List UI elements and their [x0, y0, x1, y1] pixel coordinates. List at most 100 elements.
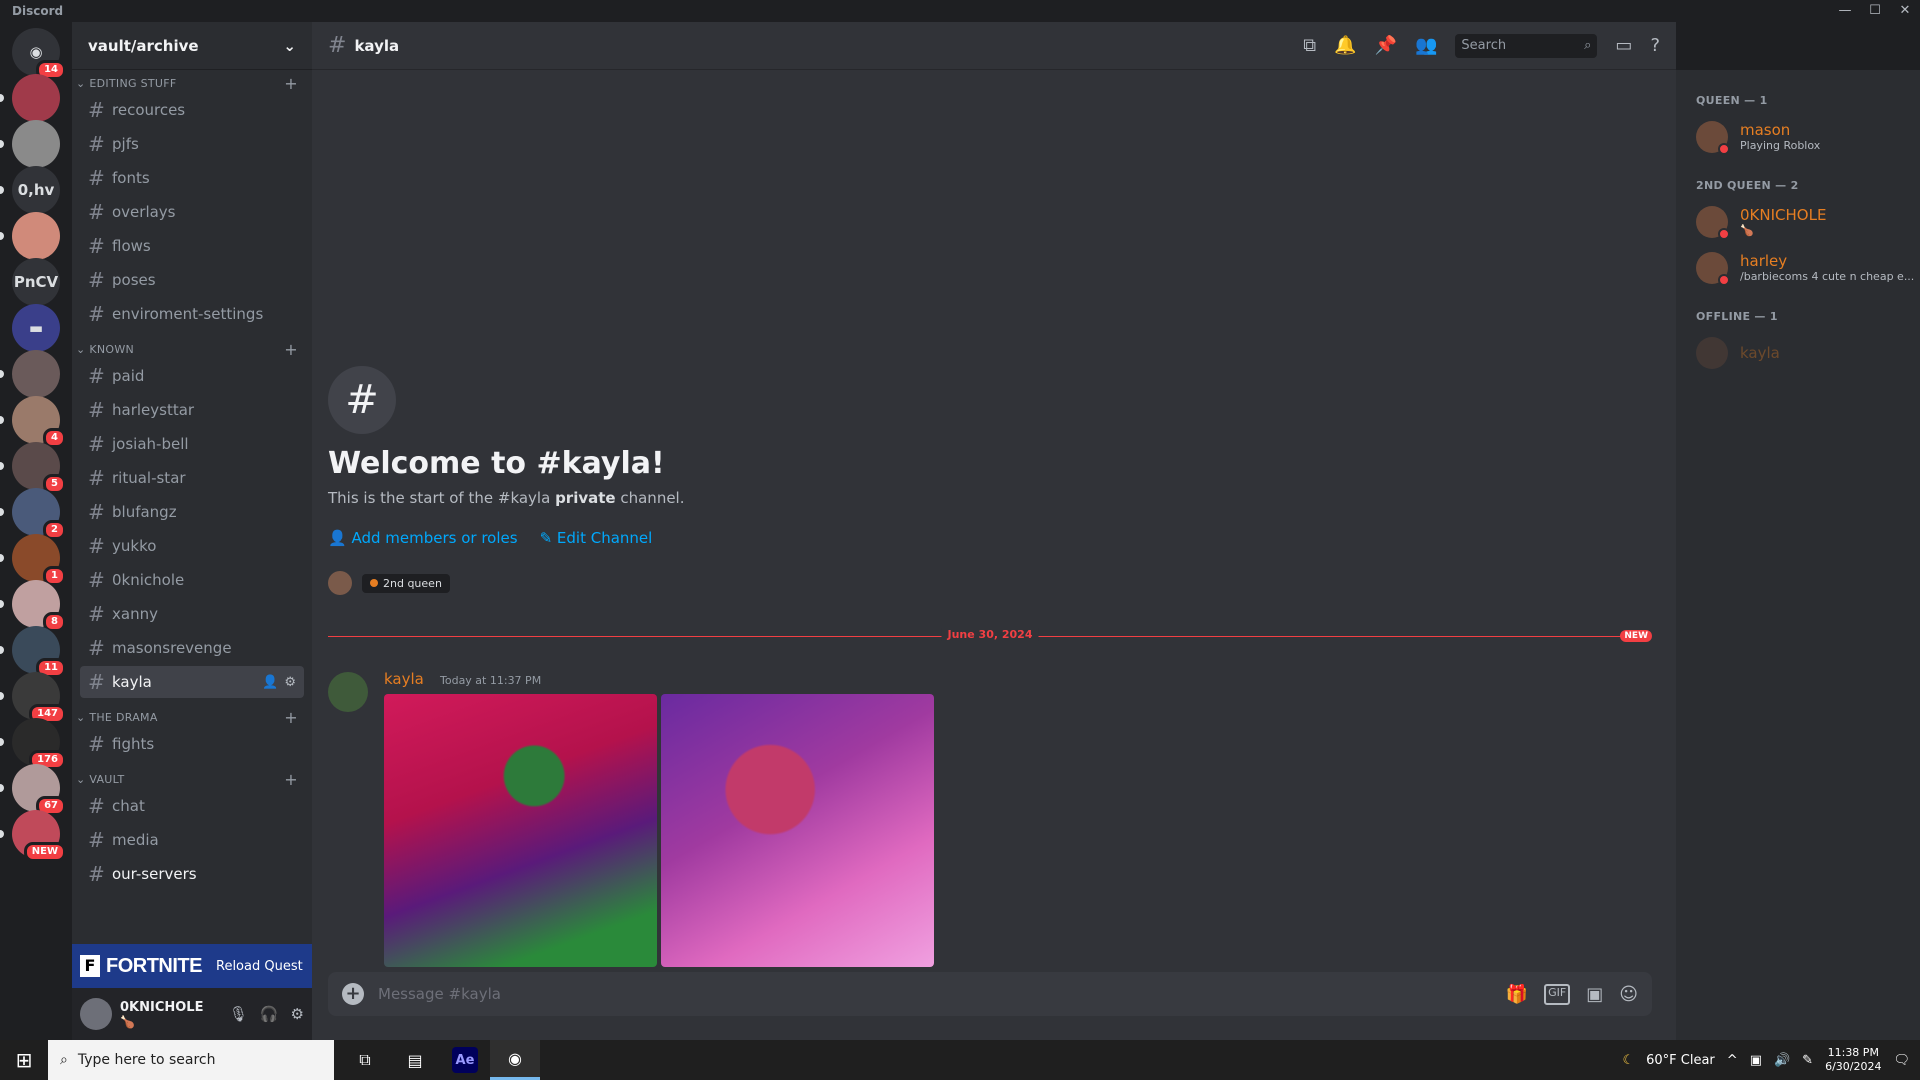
server-icon[interactable]: 176 — [12, 718, 66, 770]
message-input[interactable]: Message #kayla — [378, 985, 501, 1003]
minimize-button[interactable]: — — [1830, 0, 1860, 22]
member-kayla[interactable]: kayla — [1696, 331, 1912, 375]
pin-icon[interactable]: 📌 — [1375, 35, 1397, 56]
member-mason[interactable]: mason Playing Roblox — [1696, 115, 1912, 159]
help-icon[interactable]: ? — [1650, 35, 1660, 56]
category-editing-stuff[interactable]: ⌄ EDITING STUFF + — [72, 74, 312, 93]
server-icon[interactable]: PnCV — [12, 258, 60, 306]
channel-masonsrevenge[interactable]: # masonsrevenge — [80, 632, 304, 664]
channel-pjfs[interactable]: # pjfs — [80, 128, 304, 160]
headphones-icon[interactable]: 🎧 — [260, 1005, 279, 1023]
category-the-drama[interactable]: ⌄ THE DRAMA + — [72, 708, 312, 727]
channel-enviroment-settings[interactable]: # enviroment-settings — [80, 298, 304, 330]
sticker-icon[interactable]: ▣ — [1586, 984, 1603, 1005]
channel-our-servers[interactable]: # our-servers — [80, 858, 304, 890]
bell-icon[interactable]: 🔔 — [1334, 35, 1356, 56]
gear-icon[interactable]: ⚙ — [284, 675, 296, 690]
hash-icon: # — [88, 466, 105, 490]
channel-chat[interactable]: # chat — [80, 790, 304, 822]
discord-taskbar-icon[interactable]: ◉ — [490, 1040, 540, 1080]
role-chip[interactable]: 2nd queen — [362, 573, 450, 593]
gift-icon[interactable]: 🎁 — [1506, 984, 1528, 1005]
task-view-icon[interactable]: ⧉ — [340, 1040, 390, 1080]
add-channel-icon[interactable]: + — [284, 770, 298, 789]
attachment-image[interactable] — [384, 694, 657, 967]
channel-flows[interactable]: # flows — [80, 230, 304, 262]
channel-josiah-bell[interactable]: # josiah-bell — [80, 428, 304, 460]
server-icon[interactable]: ▬ — [12, 304, 60, 352]
server-icon[interactable]: 4 — [12, 396, 66, 448]
app-icon[interactable]: ▤ — [390, 1040, 440, 1080]
server-icon[interactable]: 2 — [12, 488, 66, 540]
category-known[interactable]: ⌄ KNOWN + — [72, 340, 312, 359]
gear-icon[interactable]: ⚙ — [291, 1005, 304, 1023]
pen-icon[interactable]: ✎ — [1802, 1053, 1813, 1068]
avatar[interactable] — [80, 998, 112, 1030]
weather[interactable]: 60°F Clear — [1646, 1053, 1715, 1068]
add-channel-icon[interactable]: + — [284, 340, 298, 359]
volume-icon[interactable]: 🔊 — [1774, 1053, 1790, 1068]
server-icon[interactable]: 8 — [12, 580, 66, 632]
maximize-button[interactable]: ☐ — [1860, 0, 1890, 22]
network-icon[interactable]: ▣ — [1750, 1053, 1762, 1068]
username: 0KNICHOLE — [120, 999, 204, 1015]
channel-poses[interactable]: # poses — [80, 264, 304, 296]
notification-icon[interactable]: 🗨 — [1893, 1053, 1910, 1068]
message-author[interactable]: kayla — [384, 670, 424, 688]
server-icon[interactable] — [12, 120, 60, 168]
channel-media[interactable]: # media — [80, 824, 304, 856]
server-icon[interactable] — [12, 350, 60, 398]
members-icon[interactable]: 👥 — [1415, 35, 1437, 56]
chevron-up-icon[interactable]: ^ — [1727, 1053, 1738, 1068]
close-button[interactable]: ✕ — [1890, 0, 1920, 22]
channel-paid[interactable]: # paid — [80, 360, 304, 392]
channel-xanny[interactable]: # xanny — [80, 598, 304, 630]
server-icon[interactable]: 67 — [12, 764, 66, 816]
add-user-icon[interactable]: 👤 — [262, 675, 278, 690]
channel-0knichole[interactable]: #0knichole — [80, 564, 304, 596]
server-icon[interactable]: 1 — [12, 534, 66, 586]
server-icon[interactable]: 0,hv — [12, 166, 60, 214]
search-input[interactable]: Search ⌕ — [1455, 33, 1598, 58]
server-icon[interactable]: 11 — [12, 626, 66, 678]
channel-ritual-star[interactable]: # ritual-star — [80, 462, 304, 494]
add-members-button[interactable]: 👤 Add members or roles — [328, 529, 518, 547]
server-icon[interactable]: 5 — [12, 442, 66, 494]
channel-fonts[interactable]: # fonts — [80, 162, 304, 194]
taskbar-search[interactable]: ⌕ Type here to search — [48, 1040, 334, 1080]
channel-kayla[interactable]: # kayla 👤 ⚙ — [80, 666, 304, 698]
server-icon[interactable]: NEW — [12, 810, 66, 862]
server-icon[interactable]: 147 — [12, 672, 66, 724]
category-vault[interactable]: ⌄ VAULT + — [72, 770, 312, 789]
attachment-image[interactable] — [661, 694, 934, 967]
channel-recources[interactable]: # recources — [80, 94, 304, 126]
inbox-icon[interactable]: ▭ — [1615, 35, 1632, 56]
member-harley[interactable]: harley/barbiecoms 4 cute n cheap e... — [1696, 246, 1914, 290]
channel-fights[interactable]: # fights — [80, 728, 304, 760]
user-status: 🍗 — [120, 1014, 135, 1029]
edit-channel-button[interactable]: ✎ Edit Channel — [540, 529, 653, 547]
server-icon[interactable]: ◉ 14 — [12, 28, 66, 80]
microphone-icon[interactable]: 🎙 — [229, 1005, 248, 1023]
message-composer[interactable]: + Message #kayla 🎁 GIF ▣ ☺ — [328, 972, 1652, 1016]
channel-blufangz[interactable]: # blufangz — [80, 496, 304, 528]
threads-icon[interactable]: ⧉ — [1303, 35, 1316, 56]
windows-start-icon[interactable]: ⊞ — [0, 1040, 48, 1080]
quest-banner[interactable]: F FORTNITE Reload Quest — [72, 944, 312, 988]
fortnite-logo: FORTNITE — [106, 954, 203, 977]
add-channel-icon[interactable]: + — [284, 74, 298, 93]
avatar[interactable] — [328, 672, 368, 712]
channel-harleysttar[interactable]: # harleysttar — [80, 394, 304, 426]
channel-overlays[interactable]: # overlays — [80, 196, 304, 228]
channel-yukko[interactable]: # yukko — [80, 530, 304, 562]
server-icon[interactable] — [12, 212, 60, 260]
guild-header[interactable]: vault/archive ⌄ — [72, 22, 312, 70]
add-channel-icon[interactable]: + — [284, 708, 298, 727]
member-0knichole[interactable]: 0KNICHOLE 🍗 — [1696, 200, 1912, 244]
after-effects-icon[interactable]: Ae — [452, 1047, 478, 1073]
server-icon[interactable] — [12, 74, 60, 122]
gif-icon[interactable]: GIF — [1544, 983, 1571, 1005]
attach-button[interactable]: + — [342, 983, 364, 1005]
clock[interactable]: 11:38 PM 6/30/2024 — [1825, 1046, 1881, 1075]
emoji-icon[interactable]: ☺ — [1619, 984, 1638, 1005]
